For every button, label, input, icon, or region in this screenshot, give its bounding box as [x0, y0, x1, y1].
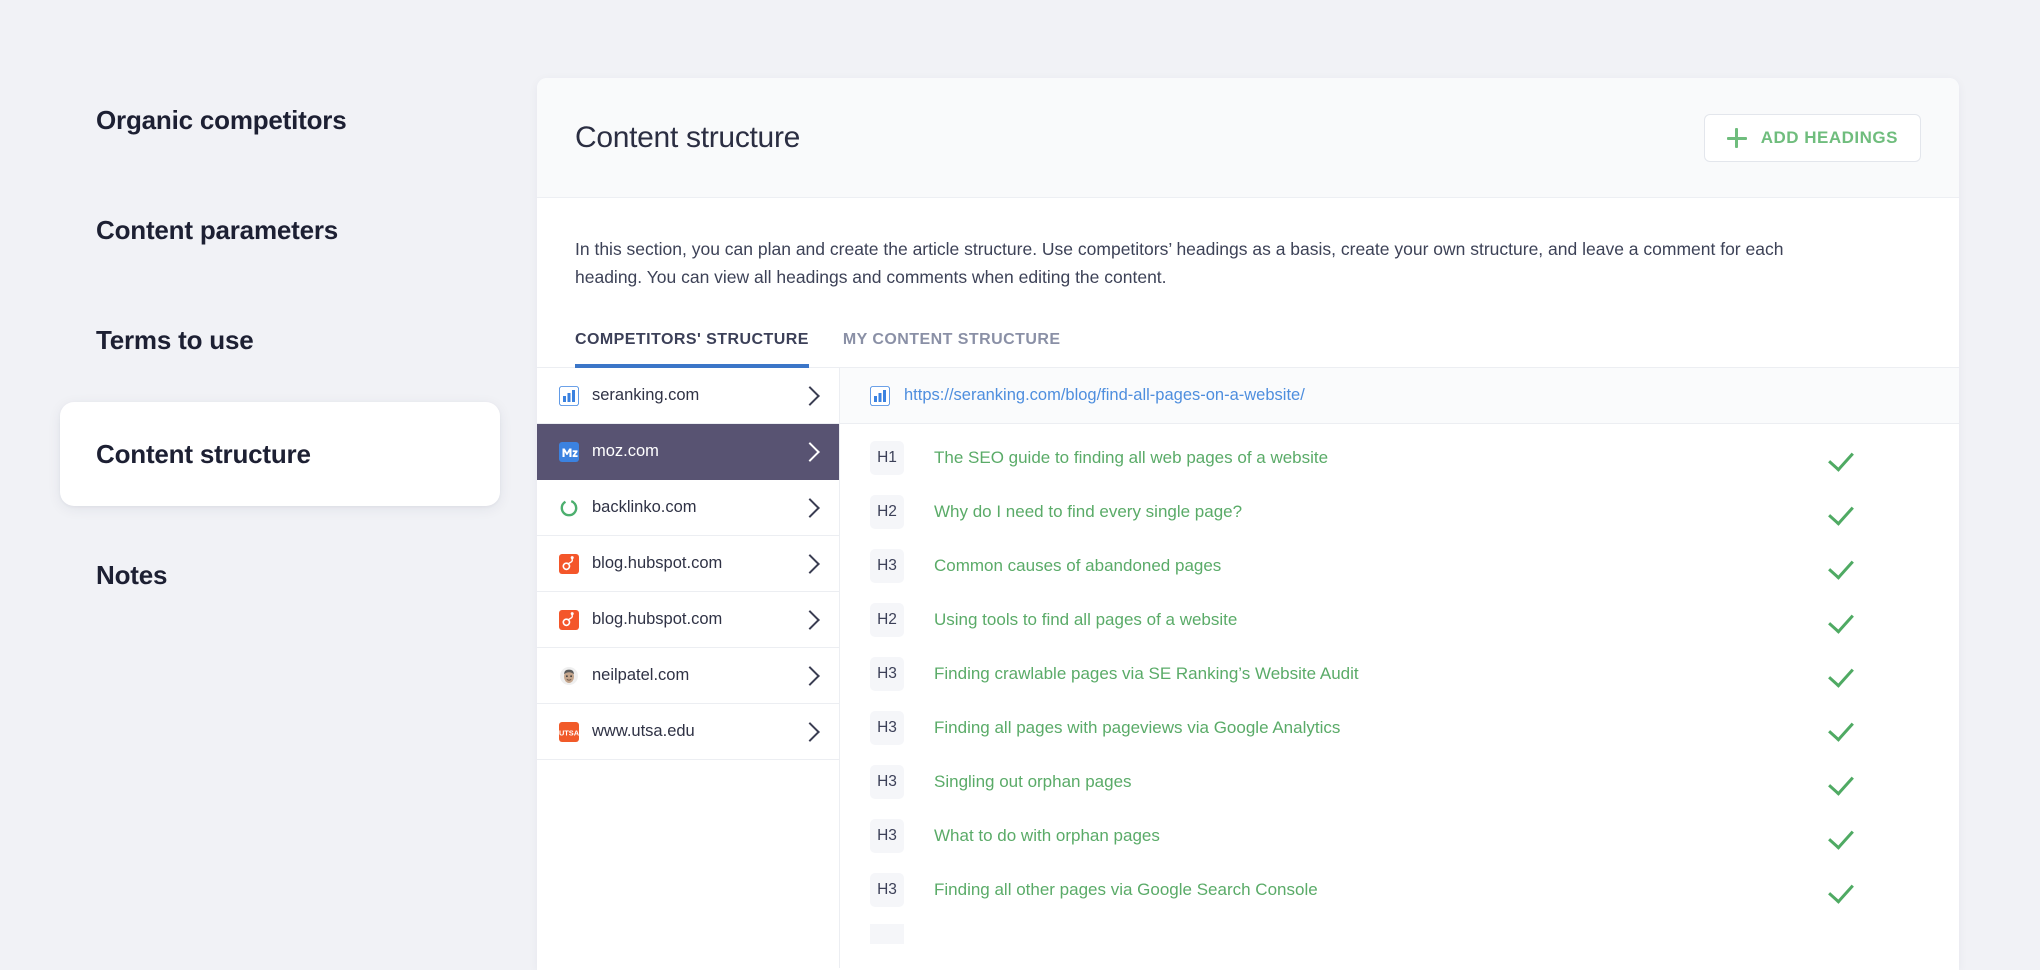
check-icon[interactable]: [1829, 606, 1857, 634]
heading-row[interactable]: H3 What to do with orphan pages: [840, 816, 1959, 856]
sidebar-item-label: Content structure: [96, 439, 311, 470]
chevron-right-icon: [800, 386, 820, 406]
check-icon[interactable]: [1829, 714, 1857, 742]
sidebar-item-label: Terms to use: [96, 325, 254, 356]
panels: seranking.com moz.com ba: [537, 368, 1959, 968]
tab-label: COMPETITORS' STRUCTURE: [575, 331, 809, 348]
sidebar-item-terms-to-use[interactable]: Terms to use: [60, 315, 500, 365]
tab-my-content-structure[interactable]: MY CONTENT STRUCTURE: [843, 331, 1061, 367]
svg-text:UTSA: UTSA: [559, 728, 579, 737]
sidebar-item-organic-competitors[interactable]: Organic competitors: [60, 95, 500, 145]
heading-level-badge: [870, 924, 904, 944]
heading-text[interactable]: Finding all pages with pageviews via Goo…: [934, 718, 1829, 738]
heading-text[interactable]: What to do with orphan pages: [934, 826, 1829, 846]
heading-row[interactable]: H1 The SEO guide to finding all web page…: [840, 438, 1959, 478]
competitor-row-backlinko[interactable]: backlinko.com: [537, 480, 839, 536]
sidebar-item-label: Organic competitors: [96, 105, 346, 136]
check-icon[interactable]: [1829, 444, 1857, 472]
competitor-list: seranking.com moz.com ba: [537, 368, 840, 968]
sidebar-item-notes[interactable]: Notes: [60, 550, 500, 600]
chevron-right-icon: [800, 722, 820, 742]
heading-text[interactable]: The SEO guide to finding all web pages o…: [934, 448, 1829, 468]
card-header: Content structure ADD HEADINGS: [537, 78, 1959, 198]
heading-text[interactable]: Common causes of abandoned pages: [934, 556, 1829, 576]
heading-level-badge: H3: [870, 819, 904, 853]
heading-level-badge: H3: [870, 873, 904, 907]
heading-row[interactable]: H3 Singling out orphan pages: [840, 762, 1959, 802]
heading-level-badge: H2: [870, 495, 904, 529]
competitor-row-seranking[interactable]: seranking.com: [537, 368, 839, 424]
heading-text[interactable]: Finding all other pages via Google Searc…: [934, 880, 1829, 900]
seranking-favicon-icon: [559, 386, 579, 406]
competitor-name: moz.com: [592, 442, 795, 461]
tab-competitors-structure[interactable]: COMPETITORS' STRUCTURE: [575, 331, 809, 367]
competitor-url-row[interactable]: https://seranking.com/blog/find-all-page…: [840, 368, 1959, 424]
competitor-name: backlinko.com: [592, 498, 795, 517]
headings-panel: https://seranking.com/blog/find-all-page…: [840, 368, 1959, 968]
heading-row-partial[interactable]: [840, 924, 1959, 944]
heading-row[interactable]: H3 Finding all other pages via Google Se…: [840, 870, 1959, 910]
heading-text[interactable]: Finding crawlable pages via SE Ranking’s…: [934, 664, 1829, 684]
competitor-row-utsa[interactable]: UTSA www.utsa.edu: [537, 704, 839, 760]
backlinko-favicon-icon: [559, 498, 579, 518]
heading-text[interactable]: Using tools to find all pages of a websi…: [934, 610, 1829, 630]
competitor-row-neilpatel[interactable]: neilpatel.com: [537, 648, 839, 704]
check-icon[interactable]: [1829, 768, 1857, 796]
utsa-favicon-icon: UTSA: [559, 722, 579, 742]
moz-favicon-icon: [559, 442, 579, 462]
sidebar-item-label: Notes: [96, 560, 167, 591]
seranking-favicon-icon: [870, 386, 890, 406]
heading-level-badge: H3: [870, 657, 904, 691]
heading-level-badge: H3: [870, 549, 904, 583]
sidebar-item-label: Content parameters: [96, 215, 338, 246]
hubspot-favicon-icon: [559, 554, 579, 574]
hubspot-favicon-icon: [559, 610, 579, 630]
chevron-right-icon: [800, 666, 820, 686]
heading-text[interactable]: Why do I need to find every single page?: [934, 502, 1829, 522]
competitor-row-hubspot-1[interactable]: blog.hubspot.com: [537, 536, 839, 592]
heading-text[interactable]: Singling out orphan pages: [934, 772, 1829, 792]
neilpatel-favicon-icon: [559, 666, 579, 686]
page-title: Content structure: [575, 121, 800, 155]
plus-icon: [1727, 128, 1747, 148]
competitor-name: neilpatel.com: [592, 666, 795, 685]
section-description: In this section, you can plan and create…: [537, 198, 1857, 291]
check-icon[interactable]: [1829, 660, 1857, 688]
chevron-right-icon: [800, 554, 820, 574]
chevron-right-icon: [800, 498, 820, 518]
competitor-row-hubspot-2[interactable]: blog.hubspot.com: [537, 592, 839, 648]
check-icon[interactable]: [1829, 498, 1857, 526]
competitor-name: www.utsa.edu: [592, 722, 795, 741]
heading-level-badge: H3: [870, 711, 904, 745]
check-icon[interactable]: [1829, 876, 1857, 904]
check-icon[interactable]: [1829, 822, 1857, 850]
heading-level-badge: H1: [870, 441, 904, 475]
heading-level-badge: H2: [870, 603, 904, 637]
check-icon[interactable]: [1829, 552, 1857, 580]
chevron-right-icon: [800, 442, 820, 462]
competitor-row-moz[interactable]: moz.com: [537, 424, 839, 480]
sidebar: Organic competitors Content parameters T…: [0, 0, 537, 970]
heading-row[interactable]: H2 Why do I need to find every single pa…: [840, 492, 1959, 532]
sidebar-item-content-structure[interactable]: Content structure: [60, 402, 500, 506]
heading-row[interactable]: H3 Finding all pages with pageviews via …: [840, 708, 1959, 748]
add-headings-label: ADD HEADINGS: [1761, 128, 1898, 148]
heading-row[interactable]: H3 Finding crawlable pages via SE Rankin…: [840, 654, 1959, 694]
app-root: Organic competitors Content parameters T…: [0, 0, 2040, 970]
competitor-name: blog.hubspot.com: [592, 610, 795, 629]
chevron-right-icon: [800, 610, 820, 630]
competitor-url-link[interactable]: https://seranking.com/blog/find-all-page…: [904, 386, 1305, 405]
sidebar-item-content-parameters[interactable]: Content parameters: [60, 205, 500, 255]
competitor-name: blog.hubspot.com: [592, 554, 795, 573]
content-structure-card: Content structure ADD HEADINGS In this s…: [537, 78, 1959, 970]
heading-row[interactable]: H2 Using tools to find all pages of a we…: [840, 600, 1959, 640]
tab-bar: COMPETITORS' STRUCTURE MY CONTENT STRUCT…: [537, 331, 1959, 368]
heading-row[interactable]: H3 Common causes of abandoned pages: [840, 546, 1959, 586]
heading-level-badge: H3: [870, 765, 904, 799]
competitor-name: seranking.com: [592, 386, 795, 405]
add-headings-button[interactable]: ADD HEADINGS: [1704, 114, 1921, 162]
tab-label: MY CONTENT STRUCTURE: [843, 331, 1061, 348]
